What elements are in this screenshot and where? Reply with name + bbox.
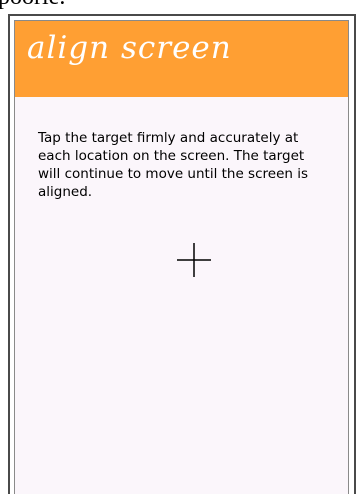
header-bar: align screen bbox=[15, 21, 348, 97]
align-screen-panel: align screen Tap the target firmly and a… bbox=[14, 20, 349, 494]
crosshair-target[interactable] bbox=[175, 241, 213, 279]
alignment-instructions: Tap the target firmly and accurately at … bbox=[38, 130, 309, 200]
top-text-fragment: poorie. bbox=[0, 0, 65, 11]
crosshair-icon bbox=[177, 243, 211, 277]
page-title: align screen bbox=[27, 30, 232, 66]
